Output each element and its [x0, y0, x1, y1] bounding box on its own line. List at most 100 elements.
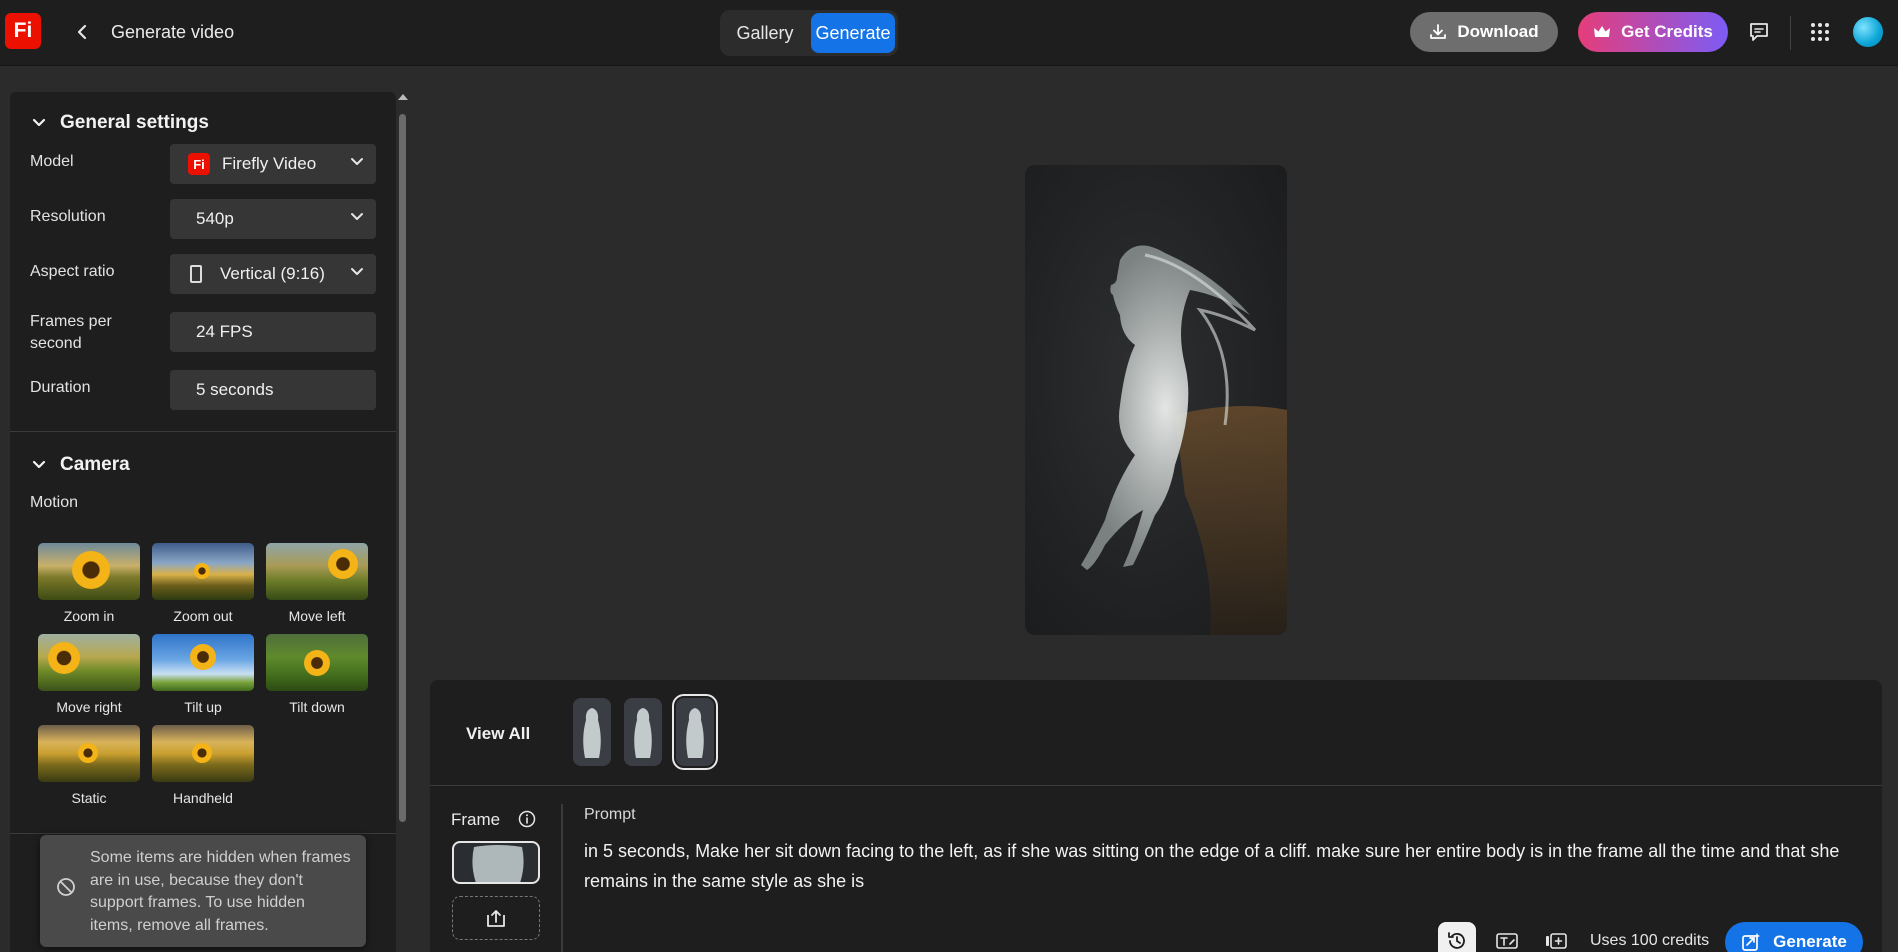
motion-tilt-up[interactable]: Tilt up [152, 634, 254, 716]
section-divider [10, 833, 396, 834]
credits-cost: Uses 100 credits [1590, 932, 1710, 949]
fps-label-line-1: Frames per [30, 313, 112, 330]
prompt-label: Prompt [584, 806, 636, 823]
panel-scrollbar[interactable] [397, 92, 409, 832]
generation-thumbnail[interactable] [573, 698, 611, 766]
upload-frame-button[interactable] [452, 896, 540, 940]
text-style-icon[interactable] [1488, 922, 1526, 952]
camera-header[interactable]: Camera [32, 454, 130, 476]
view-all-button[interactable]: View All [466, 724, 530, 744]
sunflower-thumbnail [38, 634, 140, 691]
sunflower-thumbnail [152, 725, 254, 782]
motion-label: Tilt up [184, 699, 222, 715]
chevron-down-icon [32, 460, 46, 469]
general-settings-header[interactable]: General settings [32, 112, 209, 134]
download-icon [1430, 24, 1447, 39]
portrait-device-icon [190, 265, 202, 283]
fps-field[interactable]: 24 FPS [170, 312, 376, 352]
chevron-down-icon [351, 268, 363, 275]
page-title: Generate video [111, 22, 235, 42]
frame-thumbnail[interactable] [452, 841, 540, 884]
tab-generate[interactable]: Generate [811, 13, 895, 53]
scroll-up-icon[interactable] [398, 94, 408, 100]
upload-icon [487, 910, 505, 927]
duration-field[interactable]: 5 seconds [170, 370, 376, 410]
avatar[interactable] [1853, 17, 1883, 47]
sunflower-thumbnail [152, 634, 254, 691]
fps-label-line-2: second [30, 335, 82, 352]
generation-thumbnail[interactable] [624, 698, 662, 766]
get-credits-button[interactable]: Get Credits [1578, 12, 1728, 52]
motion-label: Zoom in [63, 608, 115, 624]
generation-thumbnail-selected[interactable] [672, 694, 718, 770]
motion-label: Move right [56, 699, 122, 715]
motion-zoom-in[interactable]: Zoom in [38, 543, 140, 625]
tab-gallery[interactable]: Gallery [723, 13, 807, 53]
sunflower-thumbnail [38, 725, 140, 782]
ghost-figure-image [1081, 245, 1287, 635]
resolution-select[interactable]: 540p [170, 199, 376, 239]
back-icon[interactable] [72, 20, 92, 44]
download-button[interactable]: Download [1410, 12, 1558, 52]
motion-tilt-down[interactable]: Tilt down [266, 634, 368, 716]
sunflower-thumbnail [38, 543, 140, 600]
fps-value: 24 FPS [196, 322, 253, 341]
motion-label: Static [71, 790, 107, 806]
chevron-down-icon [351, 213, 363, 220]
motion-label: Handheld [173, 790, 233, 806]
model-label: Model [30, 153, 74, 170]
model-select[interactable]: Fi Firefly Video [170, 144, 376, 184]
motion-label: Zoom out [173, 608, 233, 624]
firefly-logo[interactable]: Fi [5, 13, 41, 49]
motion-static[interactable]: Static [38, 725, 140, 807]
composer-divider [430, 785, 1882, 786]
motion-handheld[interactable]: Handheld [152, 725, 254, 807]
chevron-down-icon [32, 118, 46, 127]
hidden-items-notice: Some items are hidden when frames are in… [40, 835, 366, 947]
general-settings-title: General settings [60, 112, 209, 133]
duration-value: 5 seconds [196, 380, 274, 399]
firefly-badge-icon: Fi [188, 153, 210, 175]
section-divider [10, 431, 396, 432]
camera-title: Camera [60, 454, 130, 475]
motion-label: Motion [30, 494, 79, 511]
download-label: Download [1457, 22, 1539, 41]
history-icon[interactable] [1438, 922, 1476, 952]
add-media-icon[interactable] [1537, 922, 1575, 952]
notice-text: Some items are hidden when frames are in… [90, 849, 351, 934]
prompt-composer: View All Frame Prompt in 5 seconds, Make… [430, 680, 1882, 952]
settings-panel: General settings Model Fi Firefly Video … [10, 92, 396, 952]
generate-icon [1742, 933, 1761, 951]
composer-vertical-divider [561, 804, 563, 952]
video-preview[interactable] [1025, 165, 1287, 635]
blocked-icon [56, 877, 76, 902]
motion-zoom-out[interactable]: Zoom out [152, 543, 254, 625]
chevron-down-icon [351, 158, 363, 165]
aspect-ratio-label: Aspect ratio [30, 263, 115, 280]
duration-label: Duration [30, 379, 91, 396]
resolution-value: 540p [196, 209, 234, 228]
sunflower-thumbnail [266, 634, 368, 691]
generate-button[interactable]: Generate [1725, 922, 1863, 952]
motion-move-left[interactable]: Move left [266, 543, 368, 625]
fps-label: Frames per second [30, 311, 112, 355]
motion-move-right[interactable]: Move right [38, 634, 140, 716]
scrollbar-thumb[interactable] [399, 114, 406, 822]
model-value: Firefly Video [222, 154, 317, 173]
frame-label: Frame [451, 810, 501, 829]
top-bar: Fi Generate video Gallery Generate Downl… [0, 0, 1898, 66]
sunflower-thumbnail [152, 543, 254, 600]
resolution-label: Resolution [30, 208, 106, 225]
get-credits-label: Get Credits [1621, 22, 1713, 41]
info-icon[interactable] [518, 810, 536, 833]
crown-icon [1594, 26, 1611, 37]
sunflower-thumbnail [266, 543, 368, 600]
prompt-input[interactable]: in 5 seconds, Make her sit down facing t… [584, 836, 1864, 896]
motion-label: Tilt down [289, 699, 345, 715]
feedback-icon[interactable] [1747, 20, 1771, 44]
aspect-ratio-select[interactable]: Vertical (9:16) [170, 254, 376, 294]
aspect-ratio-value: Vertical (9:16) [220, 264, 325, 283]
generate-label: Generate [1773, 932, 1847, 951]
apps-grid-icon[interactable] [1808, 20, 1832, 44]
header-divider [1790, 16, 1791, 50]
